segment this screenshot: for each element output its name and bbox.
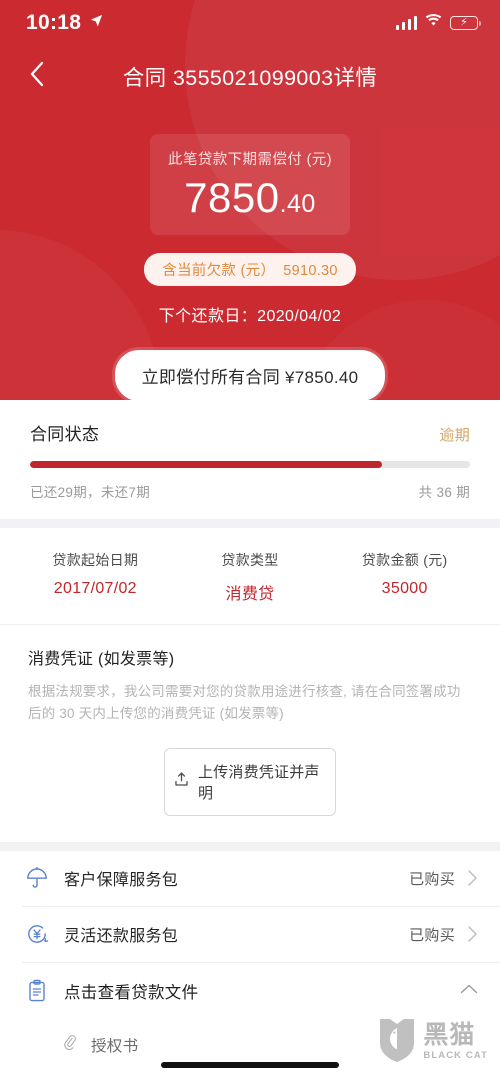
battery-charging-icon: ⚡ [450,16,482,30]
next-repayment-date-label: 下个还款日： [158,308,258,325]
next-repayment-date: 下个还款日：2020/04/02 [0,302,500,326]
chevron-left-icon [29,61,45,92]
amount-decimal: .40 [279,190,316,218]
consumption-voucher-card: 消费凭证 (如发票等) 根据法规要求，我公司需要对您的贷款用途进行核查, 请在合… [0,625,500,842]
loan-info-value: 消费贷 [225,586,275,603]
status-bar-time: 10:18 [26,11,82,34]
loan-info-value: 35000 [381,580,428,597]
repayment-progress-legend: 已还29期，未还7期 共 36 期 [30,481,470,501]
current-owed-badge: 含当前欠款 (元） 5910.30 [144,253,356,286]
next-repayment-date-value: 2020/04/02 [257,308,342,325]
next-payment-label: 此笔贷款下期需偿付 (元) [168,152,332,168]
signal-bars-icon [395,16,417,30]
amount-integer: 7850 [184,174,280,221]
next-payment-card: 此笔贷款下期需偿付 (元) 7850.40 [150,134,350,235]
yen-refresh-icon [22,922,52,946]
service-row-status: 已购买 [409,926,455,944]
sidebar-item-flexible-repayment[interactable]: 灵活还款服务包 已购买 [0,907,500,962]
chevron-right-icon [467,869,478,887]
loan-info-card: 贷款起始日期 2017/07/02 贷款类型 消费贷 贷款金额 (元) 3500… [0,528,500,624]
repayment-progress-fill [30,461,382,468]
contract-status-title: 合同状态 [30,425,100,444]
loan-info-key: 贷款金额 (元) [361,552,448,568]
next-payment-amount: 7850.40 [160,177,340,219]
status-bar-right: ⚡ [395,14,482,32]
loan-info-value: 2017/07/02 [53,580,137,597]
page-title: 合同 3555021099003详情 [122,65,378,90]
upload-button-label: 上传消费凭证并声明 [198,763,320,802]
nav-bar: 合同 3555021099003详情 [0,46,500,106]
service-row-label: 客户保障服务包 [64,872,179,890]
section-divider [0,519,500,528]
chevron-right-icon [467,925,478,943]
status-bar: 10:18 ⚡ [0,0,500,46]
sidebar-item-customer-protection[interactable]: 客户保障服务包 已购买 [0,851,500,906]
black-cat-watermark: 黑猫 BLACK CAT [377,1015,488,1068]
document-item-label: 授权书 [91,1037,139,1055]
service-row-status: 已购买 [409,870,455,888]
installments-paid-text: 已还29期，未还7期 [30,485,151,500]
repayment-progress-bar [30,461,470,468]
contract-status-header: 合同状态 逾期 [30,420,470,445]
current-owed-label: 含当前欠款 (元） [162,263,276,279]
clipboard-icon [22,979,52,1003]
loan-info-key: 贷款类型 [221,552,279,568]
voucher-title: 消费凭证 (如发票等) [28,651,175,668]
upload-icon [173,771,190,792]
document-item-application-form[interactable]: 个人贷款申请表 (AF CFC) [0,1071,500,1082]
wifi-icon [425,14,442,32]
upload-voucher-button[interactable]: 上传消费凭证并声明 [164,747,336,816]
pay-all-contracts-button[interactable]: 立即偿付所有合同 ¥7850.40 [114,350,386,400]
umbrella-icon [22,866,52,890]
loan-info-item: 贷款金额 (元) 35000 [327,550,482,604]
voucher-description: 根据法规要求，我公司需要对您的贷款用途进行核查, 请在合同签署成功后的 30 天… [28,684,461,722]
contract-status-card: 合同状态 逾期 已还29期，未还7期 共 36 期 [0,400,500,519]
paperclip-icon [60,1033,79,1057]
loan-documents-toggle[interactable]: 点击查看贷款文件 [0,963,500,1019]
watermark-cn: 黑猫 [423,1020,476,1049]
service-row-label: 灵活还款服务包 [64,928,179,946]
status-bar-left: 10:18 [26,11,104,35]
loan-info-item: 贷款起始日期 2017/07/02 [18,550,173,604]
watermark-text: 黑猫 BLACK CAT [423,1020,488,1061]
chevron-up-icon [460,982,478,1000]
section-divider [0,841,500,851]
home-indicator [161,1062,339,1068]
installments-total-text: 共 36 期 [418,485,470,500]
black-cat-shield-icon [377,1015,417,1068]
location-arrow-icon [89,13,104,33]
loan-info-key: 贷款起始日期 [52,552,139,568]
loan-documents-label: 点击查看贷款文件 [64,983,199,1002]
phone-screen: 10:18 ⚡ 合同 3555021099003详情 此笔贷款下期需偿付 (元)… [0,0,500,1082]
loan-info-item: 贷款类型 消费贷 [173,550,328,604]
hero-section: 10:18 ⚡ 合同 3555021099003详情 此笔贷款下期需偿付 (元)… [0,0,500,400]
status-badge: 逾期 [439,427,470,444]
watermark-en: BLACK CAT [423,1049,488,1061]
current-owed-value: 5910.30 [283,263,338,279]
back-button[interactable] [20,59,54,93]
